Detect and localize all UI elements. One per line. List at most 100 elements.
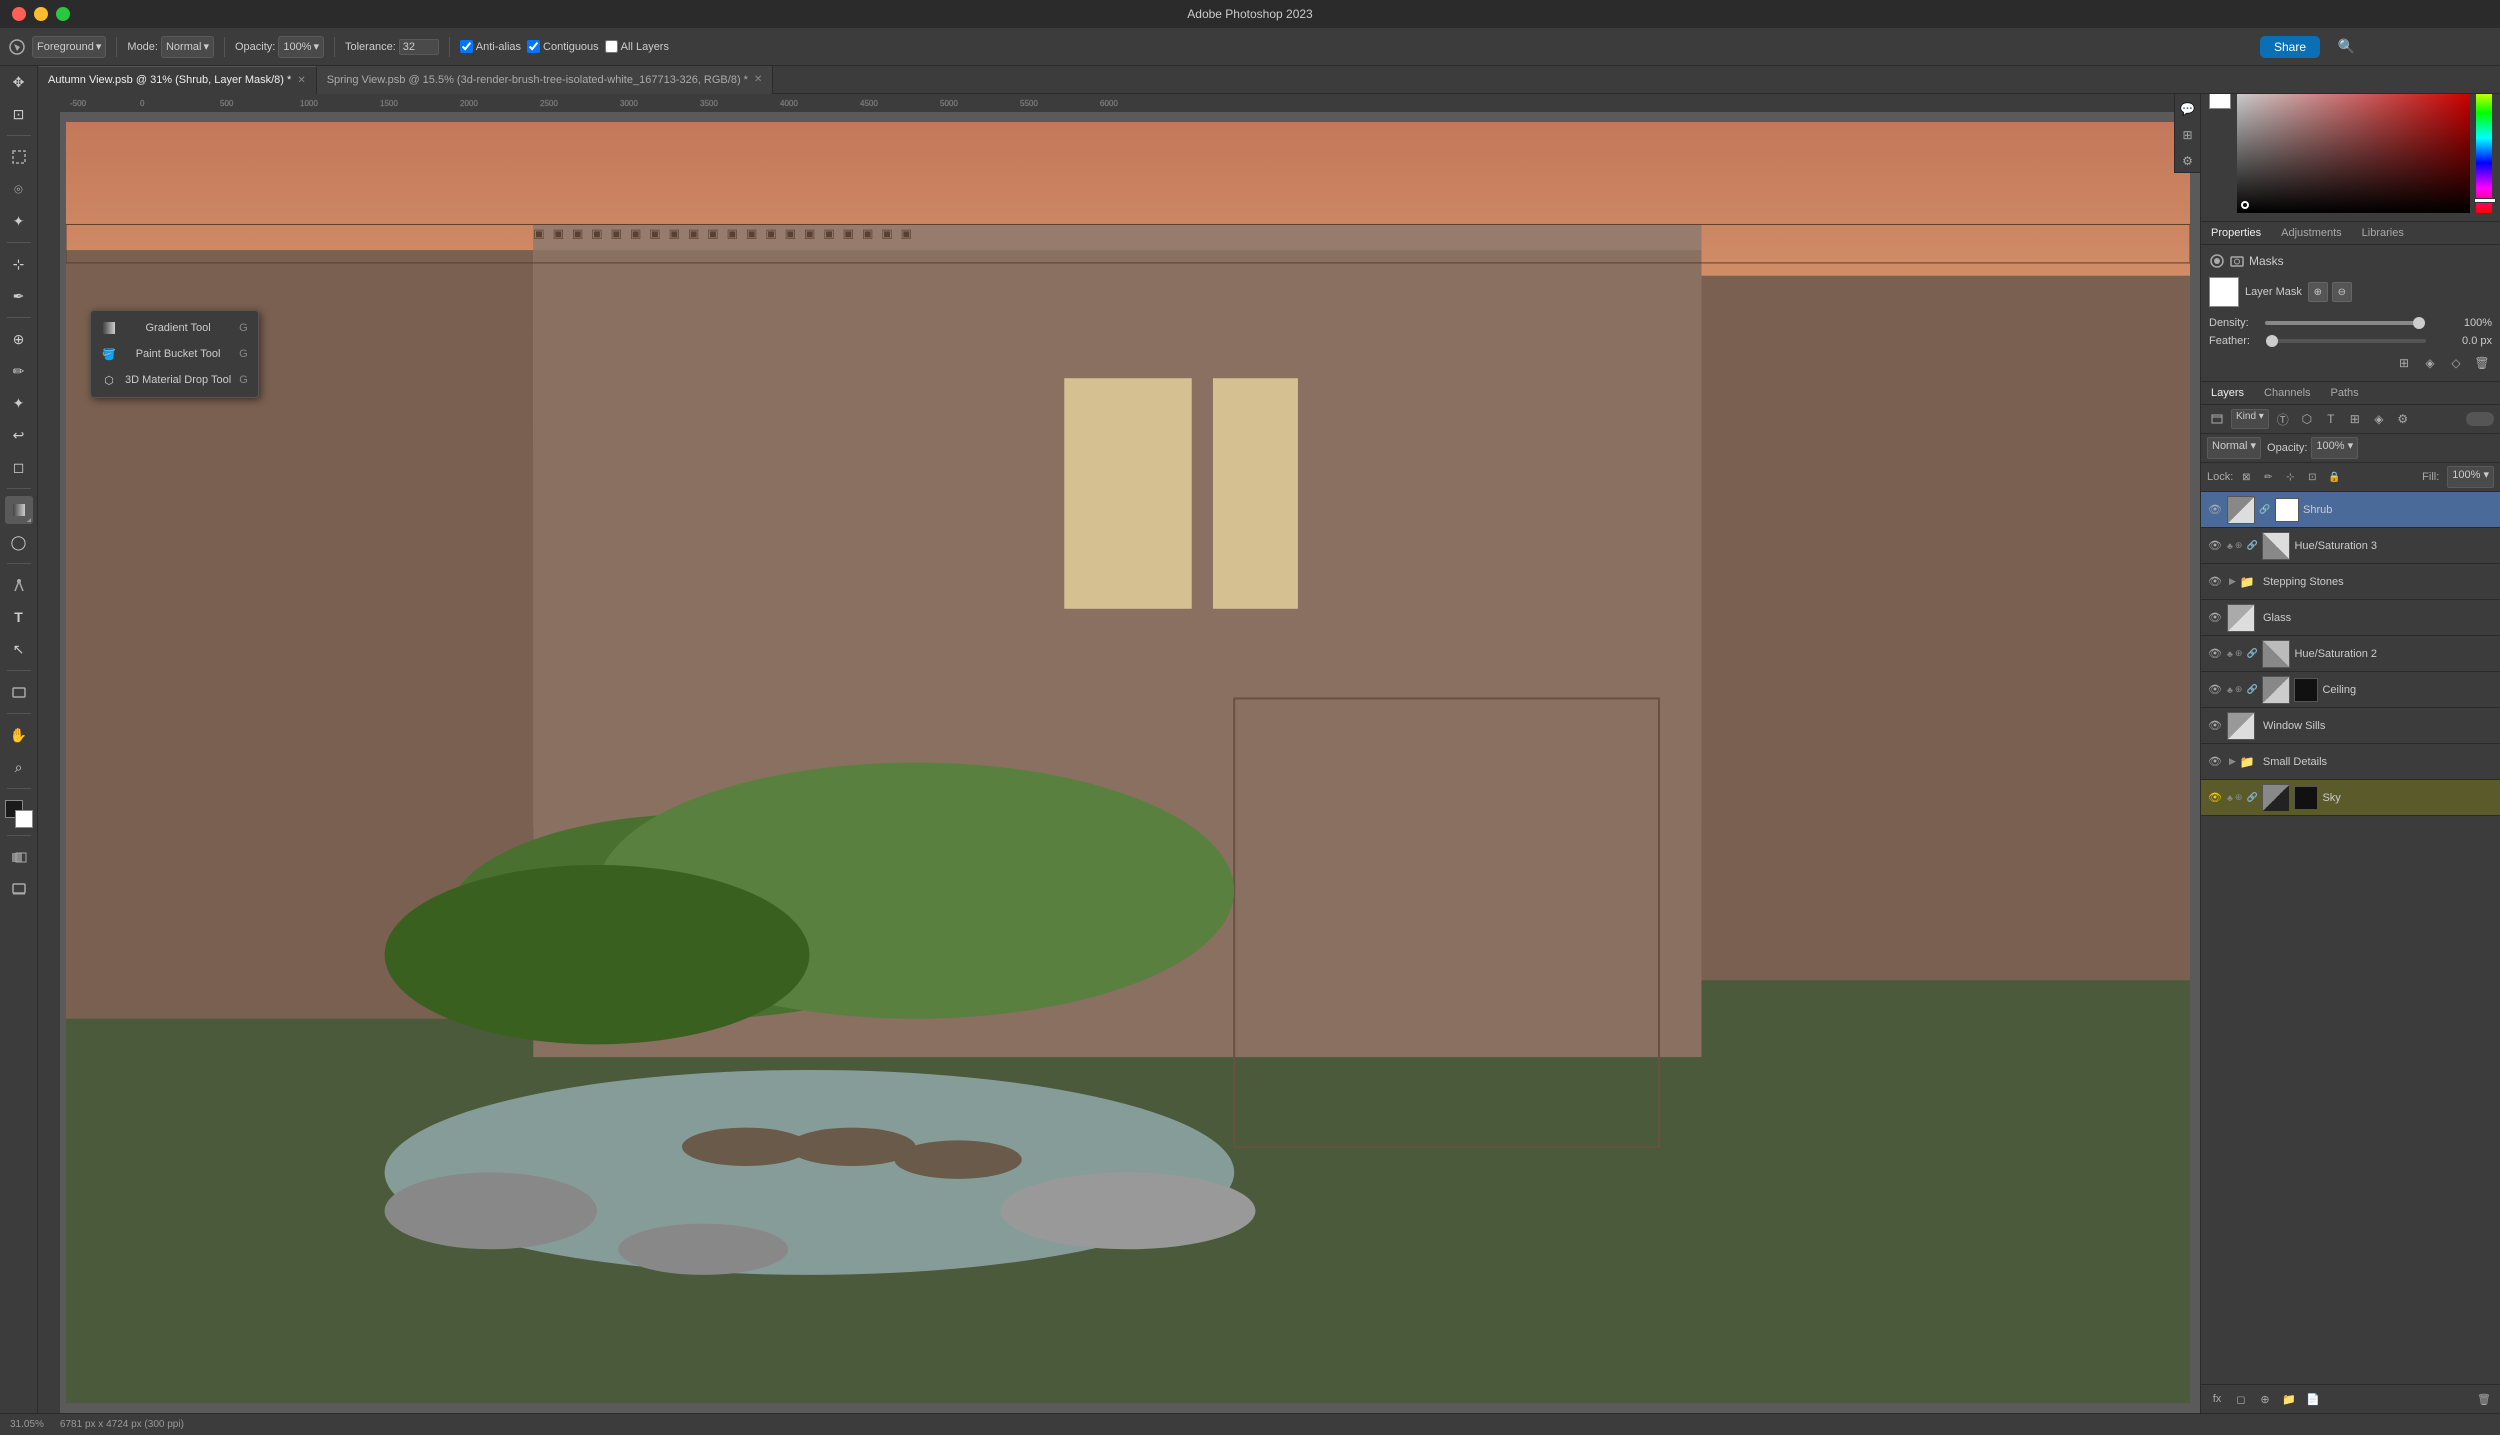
ctx-gradient-tool[interactable]: Gradient Tool G xyxy=(91,315,258,341)
feather-slider[interactable] xyxy=(2266,339,2426,343)
crop-tool-btn[interactable]: ⊹ xyxy=(5,250,33,278)
shape-tool-btn[interactable] xyxy=(5,678,33,706)
tool-foreground-dropdown[interactable]: Foreground ▾ xyxy=(32,36,106,58)
layer-row-sky[interactable]: 👁 ♣ ⊕ 🔗 Sky xyxy=(2201,780,2500,816)
blend-mode-dropdown[interactable]: Normal ▾ xyxy=(2207,437,2261,459)
tab-spring-close[interactable]: ✕ xyxy=(754,74,762,85)
settings-icon-btn[interactable]: ⚙ xyxy=(2177,150,2199,172)
tab-autumn-close[interactable]: ✕ xyxy=(297,75,305,86)
pen-tool-btn[interactable] xyxy=(5,571,33,599)
search-icon[interactable]: 🔍 xyxy=(2338,38,2355,55)
layer-glass-eye[interactable]: 👁 xyxy=(2207,610,2223,626)
channels-tab[interactable]: Channels xyxy=(2254,382,2320,404)
density-thumb[interactable] xyxy=(2413,317,2425,329)
layers-tab[interactable]: Layers xyxy=(2201,382,2254,404)
layer-row-stepping[interactable]: 👁 ▶ 📁 Stepping Stones xyxy=(2201,564,2500,600)
zoom-tool-btn[interactable]: ⌕ xyxy=(5,753,33,781)
filter-toggle-btn[interactable] xyxy=(2466,412,2494,426)
layer-sky-eye[interactable]: 👁 xyxy=(2207,790,2223,806)
tolerance-input[interactable] xyxy=(399,39,439,55)
comments-icon-btn[interactable]: 💬 xyxy=(2177,98,2199,120)
screen-mode-btn[interactable] xyxy=(5,875,33,903)
gradient-tool-btn[interactable] xyxy=(5,496,33,524)
lock-all-btn[interactable]: 🔒 xyxy=(2325,468,2343,486)
contiguous-checkbox[interactable] xyxy=(527,40,540,53)
filter-icon3[interactable]: T xyxy=(2321,409,2341,429)
tab-autumn-view[interactable]: Autumn View.psb @ 31% (Shrub, Layer Mask… xyxy=(38,66,317,94)
mask-apply-btn[interactable]: ⊕ xyxy=(2308,282,2328,302)
eyedropper-btn[interactable]: ✒ xyxy=(5,282,33,310)
layer-row-hue3[interactable]: 👁 ♣ ⊕ 🔗 Hue/Saturation 3 xyxy=(2201,528,2500,564)
adjustments-tab[interactable]: Adjustments xyxy=(2271,222,2352,244)
layer-row-shrub[interactable]: 👁 🔗 Shrub xyxy=(2201,492,2500,528)
lock-artboard-btn[interactable]: ⊡ xyxy=(2303,468,2321,486)
brush-tool-btn[interactable]: ✏ xyxy=(5,357,33,385)
maximize-button[interactable] xyxy=(56,7,70,21)
layer-hue2-eye[interactable]: 👁 xyxy=(2207,646,2223,662)
add-group-btn[interactable]: 📁 xyxy=(2279,1389,2299,1409)
opacity-dropdown[interactable]: 100% ▾ xyxy=(278,36,324,58)
add-mask-btn[interactable]: ◻ xyxy=(2231,1389,2251,1409)
layer-stepping-eye[interactable]: 👁 xyxy=(2207,574,2223,590)
lock-transparent-btn[interactable]: ⊠ xyxy=(2237,468,2255,486)
density-slider[interactable] xyxy=(2265,321,2425,325)
share-button[interactable]: Share xyxy=(2260,36,2320,58)
libraries-tab[interactable]: Libraries xyxy=(2352,222,2414,244)
delete-layer-btn[interactable]: 🗑 xyxy=(2474,1389,2494,1409)
tab-spring-view[interactable]: Spring View.psb @ 15.5% (3d-render-brush… xyxy=(317,66,774,94)
lock-position-btn[interactable]: ⊹ xyxy=(2281,468,2299,486)
opacity-dropdown[interactable]: 100% ▾ xyxy=(2311,437,2358,459)
artboard-tool-btn[interactable]: ⊡ xyxy=(5,100,33,128)
contiguous-check-label[interactable]: Contiguous xyxy=(527,40,599,53)
marquee-tool-btn[interactable] xyxy=(5,143,33,171)
add-style-btn[interactable]: fx xyxy=(2207,1389,2227,1409)
adjust-icon-btn[interactable]: ⊞ xyxy=(2177,124,2199,146)
canvas-image[interactable]: ▣▣▣▣▣▣▣▣▣▣▣▣▣▣▣▣▣▣▣▣ xyxy=(66,122,2190,1403)
paths-tab[interactable]: Paths xyxy=(2321,382,2369,404)
filter-icon4[interactable]: ⊞ xyxy=(2345,409,2365,429)
layer-ceiling-eye[interactable]: 👁 xyxy=(2207,682,2223,698)
add-layer-btn[interactable]: 📄 xyxy=(2303,1389,2323,1409)
properties-tab[interactable]: Properties xyxy=(2201,222,2271,244)
clone-stamp-btn[interactable]: ✦ xyxy=(5,389,33,417)
anti-alias-checkbox[interactable] xyxy=(460,40,473,53)
layer-windows-eye[interactable]: 👁 xyxy=(2207,718,2223,734)
prop-trash-icon[interactable]: 🗑 xyxy=(2472,353,2492,373)
magic-wand-btn[interactable]: ✦ xyxy=(5,207,33,235)
layer-row-glass[interactable]: 👁 Glass xyxy=(2201,600,2500,636)
filter-kind-dropdown[interactable]: Kind ▾ xyxy=(2231,409,2269,429)
mode-dropdown[interactable]: Normal ▾ xyxy=(161,36,214,58)
layer-row-windowsills[interactable]: 👁 Window Sills xyxy=(2201,708,2500,744)
minimize-button[interactable] xyxy=(34,7,48,21)
lasso-tool-btn[interactable]: ⌾ xyxy=(5,175,33,203)
ctx-paint-bucket[interactable]: 🪣 Paint Bucket Tool G xyxy=(91,341,258,367)
filter-icon1[interactable]: Ⓣ xyxy=(2273,409,2293,429)
layer-row-hue2[interactable]: 👁 ♣ ⊕ 🔗 Hue/Saturation 2 xyxy=(2201,636,2500,672)
all-layers-checkbox[interactable] xyxy=(605,40,618,53)
dodge-tool-btn[interactable]: ◯ xyxy=(5,528,33,556)
history-brush-btn[interactable]: ↩ xyxy=(5,421,33,449)
background-swatch[interactable] xyxy=(15,810,33,828)
fill-dropdown[interactable]: 100% ▾ xyxy=(2447,466,2494,488)
mask-subtract-btn[interactable]: ⊖ xyxy=(2332,282,2352,302)
type-tool-btn[interactable]: T xyxy=(5,603,33,631)
anti-alias-check-label[interactable]: Anti-alias xyxy=(460,40,521,53)
filter-icon5[interactable]: ◈ xyxy=(2369,409,2389,429)
feather-thumb[interactable] xyxy=(2266,335,2278,347)
layer-smalldetails-eye[interactable]: 👁 xyxy=(2207,754,2223,770)
eraser-btn[interactable]: ◻ xyxy=(5,453,33,481)
move-tool-btn[interactable]: ✥ xyxy=(5,68,33,96)
close-button[interactable] xyxy=(12,7,26,21)
layer-row-smalldetails[interactable]: 👁 ▶ 📁 Small Details xyxy=(2201,744,2500,780)
prop-filter-icon[interactable]: ◈ xyxy=(2420,353,2440,373)
heal-tool-btn[interactable]: ⊕ xyxy=(5,325,33,353)
path-select-btn[interactable]: ↖ xyxy=(5,635,33,663)
layer-row-ceiling[interactable]: 👁 ♣ ⊕ 🔗 Ceiling xyxy=(2201,672,2500,708)
add-adjustment-btn[interactable]: ⊕ xyxy=(2255,1389,2275,1409)
all-layers-check-label[interactable]: All Layers xyxy=(605,40,669,53)
quick-mask-btn[interactable] xyxy=(5,843,33,871)
lock-image-btn[interactable]: ✏ xyxy=(2259,468,2277,486)
layer-shrub-eye[interactable]: 👁 xyxy=(2207,502,2223,518)
layer-hue3-eye[interactable]: 👁 xyxy=(2207,538,2223,554)
hand-tool-btn[interactable]: ✋ xyxy=(5,721,33,749)
